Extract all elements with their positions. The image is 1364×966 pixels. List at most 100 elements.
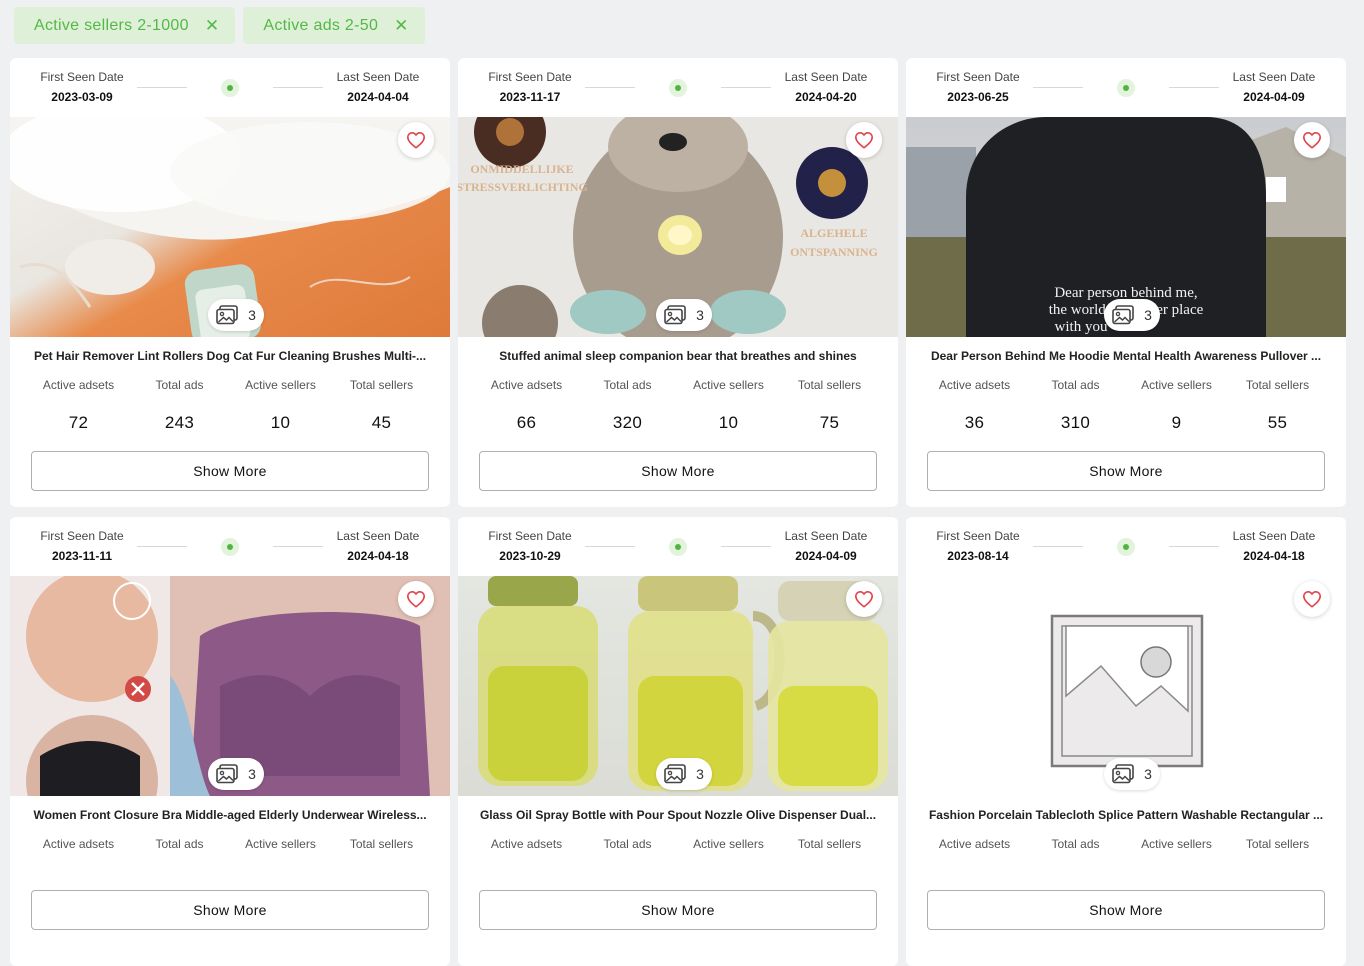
product-image[interactable]: 3: [10, 117, 450, 337]
stats-row: Active adsets Total ads Active sellers T…: [28, 837, 432, 872]
stat-total-ads: Total ads: [1025, 837, 1126, 872]
favorite-button[interactable]: [1294, 581, 1330, 617]
image-text: ALGEHELE: [800, 226, 867, 240]
stats-row: Active adsets 66 Total ads 320 Active se…: [476, 378, 880, 433]
product-grid: First Seen Date 2023-03-09 Last Seen Dat…: [10, 58, 1346, 966]
product-title[interactable]: Dear Person Behind Me Hoodie Mental Heal…: [926, 349, 1326, 365]
timeline-status-dot: [1117, 79, 1135, 97]
stat-label: Total sellers: [797, 378, 862, 392]
stat-total-ads: Total ads: [577, 837, 678, 872]
stat-active-adsets: Active adsets 66: [476, 378, 577, 433]
stat-value: 243: [164, 413, 195, 432]
timeline-divider: [1033, 546, 1083, 547]
stat-value: 45: [371, 413, 392, 432]
first-seen-date: 2023-10-29: [499, 549, 561, 563]
date-range: First Seen Date 2023-11-17 Last Seen Dat…: [458, 58, 898, 117]
last-seen-label: Last Seen Date: [784, 529, 868, 543]
show-more-button[interactable]: Show More: [31, 890, 429, 930]
stat-total-sellers: Total sellers: [779, 837, 880, 872]
first-seen-label: First Seen Date: [40, 529, 124, 543]
favorite-button[interactable]: [1294, 122, 1330, 158]
product-title[interactable]: Glass Oil Spray Bottle with Pour Spout N…: [478, 808, 878, 824]
show-more-button[interactable]: Show More: [479, 890, 877, 930]
stat-label: Total ads: [603, 378, 652, 392]
last-seen: Last Seen Date 2024-04-18: [326, 529, 430, 563]
image-count: 3: [1144, 307, 1152, 323]
image-count-badge[interactable]: 3: [1104, 758, 1160, 790]
close-icon[interactable]: ✕: [394, 17, 409, 34]
timeline-divider: [1033, 87, 1083, 88]
product-card: First Seen Date 2023-11-11 Last Seen Dat…: [10, 517, 450, 966]
favorite-button[interactable]: [846, 122, 882, 158]
stat-label: Total sellers: [1245, 378, 1310, 392]
filter-chip-active-ads[interactable]: Active ads 2-50 ✕: [243, 7, 425, 44]
stat-active-sellers: Active sellers: [1126, 837, 1227, 872]
stat-value: 55: [1267, 413, 1288, 432]
last-seen: Last Seen Date 2024-04-09: [1222, 70, 1326, 104]
product-title[interactable]: Women Front Closure Bra Middle-aged Elde…: [30, 808, 430, 824]
product-image[interactable]: 3: [458, 576, 898, 796]
timeline-divider: [721, 546, 771, 547]
image-count-badge[interactable]: 3: [656, 299, 712, 331]
product-image[interactable]: 3: [906, 576, 1346, 796]
first-seen-date: 2023-11-17: [499, 90, 561, 104]
show-more-button[interactable]: Show More: [927, 451, 1325, 491]
product-card: First Seen Date 2023-10-29 Last Seen Dat…: [458, 517, 898, 966]
last-seen: Last Seen Date 2024-04-09: [774, 529, 878, 563]
stats-row: Active adsets Total ads Active sellers T…: [476, 837, 880, 872]
close-icon[interactable]: ✕: [205, 17, 220, 34]
last-seen: Last Seen Date 2024-04-04: [326, 70, 430, 104]
heart-icon: [1303, 131, 1321, 149]
stat-active-sellers: Active sellers 10: [230, 378, 331, 433]
stat-value: 10: [718, 413, 739, 432]
stat-active-adsets: Active adsets 36: [924, 378, 1025, 433]
timeline-divider: [137, 87, 187, 88]
image-count-badge[interactable]: 3: [656, 758, 712, 790]
product-image[interactable]: Dear person behind me, the world is a be…: [906, 117, 1346, 337]
stat-label: Total ads: [603, 837, 652, 851]
filter-chip-label: Active ads 2-50: [263, 16, 379, 34]
image-count-badge[interactable]: 3: [208, 758, 264, 790]
favorite-button[interactable]: [398, 581, 434, 617]
product-card: First Seen Date 2023-11-17 Last Seen Dat…: [458, 58, 898, 507]
favorite-button[interactable]: [846, 581, 882, 617]
product-image[interactable]: 3: [10, 576, 450, 796]
stat-value: 10: [270, 413, 291, 432]
timeline-status-dot: [669, 538, 687, 556]
stat-active-sellers: Active sellers: [230, 837, 331, 872]
product-title[interactable]: Stuffed animal sleep companion bear that…: [478, 349, 878, 365]
last-seen-label: Last Seen Date: [784, 70, 868, 84]
first-seen-label: First Seen Date: [936, 70, 1020, 84]
stat-label: Total sellers: [797, 837, 862, 851]
stat-label: Total sellers: [1245, 837, 1310, 851]
stats-row: Active adsets 36 Total ads 310 Active se…: [924, 378, 1328, 433]
image-icon: [1112, 305, 1134, 325]
image-count: 3: [696, 766, 704, 782]
last-seen-date: 2024-04-09: [795, 549, 857, 563]
heart-icon: [854, 131, 873, 149]
stat-label: Active adsets: [42, 378, 115, 392]
product-image[interactable]: ONMIDDELLIJKE STRESSVERLICHTING ALGEHELE…: [458, 117, 898, 337]
filter-chip-label: Active sellers 2-1000: [34, 16, 189, 34]
active-filters: Active sellers 2-1000 ✕ Active ads 2-50 …: [14, 7, 425, 44]
stat-label: Total ads: [155, 378, 204, 392]
image-text: ONMIDDELLIJKE: [470, 162, 573, 176]
image-count-badge[interactable]: 3: [1104, 299, 1160, 331]
product-title[interactable]: Fashion Porcelain Tablecloth Splice Patt…: [926, 808, 1326, 824]
stat-total-sellers: Total sellers: [1227, 837, 1328, 872]
stat-label: Active sellers: [693, 837, 764, 851]
favorite-button[interactable]: [398, 122, 434, 158]
stat-label: Total ads: [1051, 378, 1100, 392]
show-more-button[interactable]: Show More: [31, 451, 429, 491]
first-seen: First Seen Date 2023-06-25: [926, 70, 1030, 104]
image-count-badge[interactable]: 3: [208, 299, 264, 331]
show-more-button[interactable]: Show More: [927, 890, 1325, 930]
stat-value: 66: [516, 413, 537, 432]
show-more-button[interactable]: Show More: [479, 451, 877, 491]
image-count: 3: [1144, 766, 1152, 782]
first-seen-date: 2023-06-25: [947, 90, 1009, 104]
timeline-divider: [1169, 546, 1219, 547]
product-title[interactable]: Pet Hair Remover Lint Rollers Dog Cat Fu…: [30, 349, 430, 365]
stat-total-sellers: Total sellers 75: [779, 378, 880, 433]
filter-chip-active-sellers[interactable]: Active sellers 2-1000 ✕: [14, 7, 236, 44]
